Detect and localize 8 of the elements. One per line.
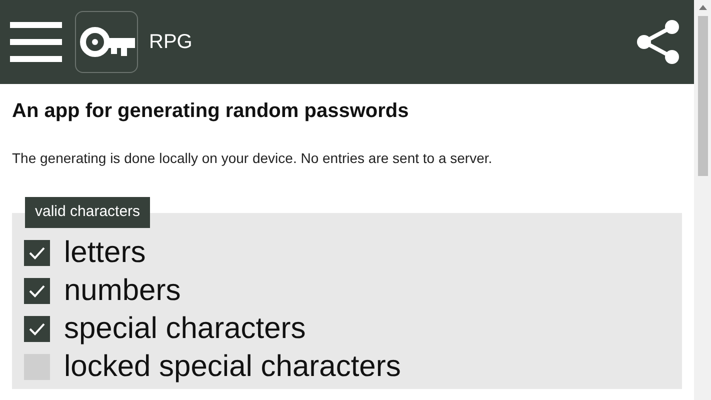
fieldset-legend: valid characters (25, 197, 150, 228)
option-label: locked special characters (64, 351, 401, 383)
option-label: letters (64, 237, 146, 269)
description-text: The generating is done locally on your device. No entries are sent to a server. (12, 149, 494, 168)
app-title: RPG (149, 30, 192, 55)
option-label: special characters (64, 313, 306, 345)
page-heading: An app for generating random passwords (12, 99, 410, 124)
option-label: numbers (64, 275, 181, 307)
